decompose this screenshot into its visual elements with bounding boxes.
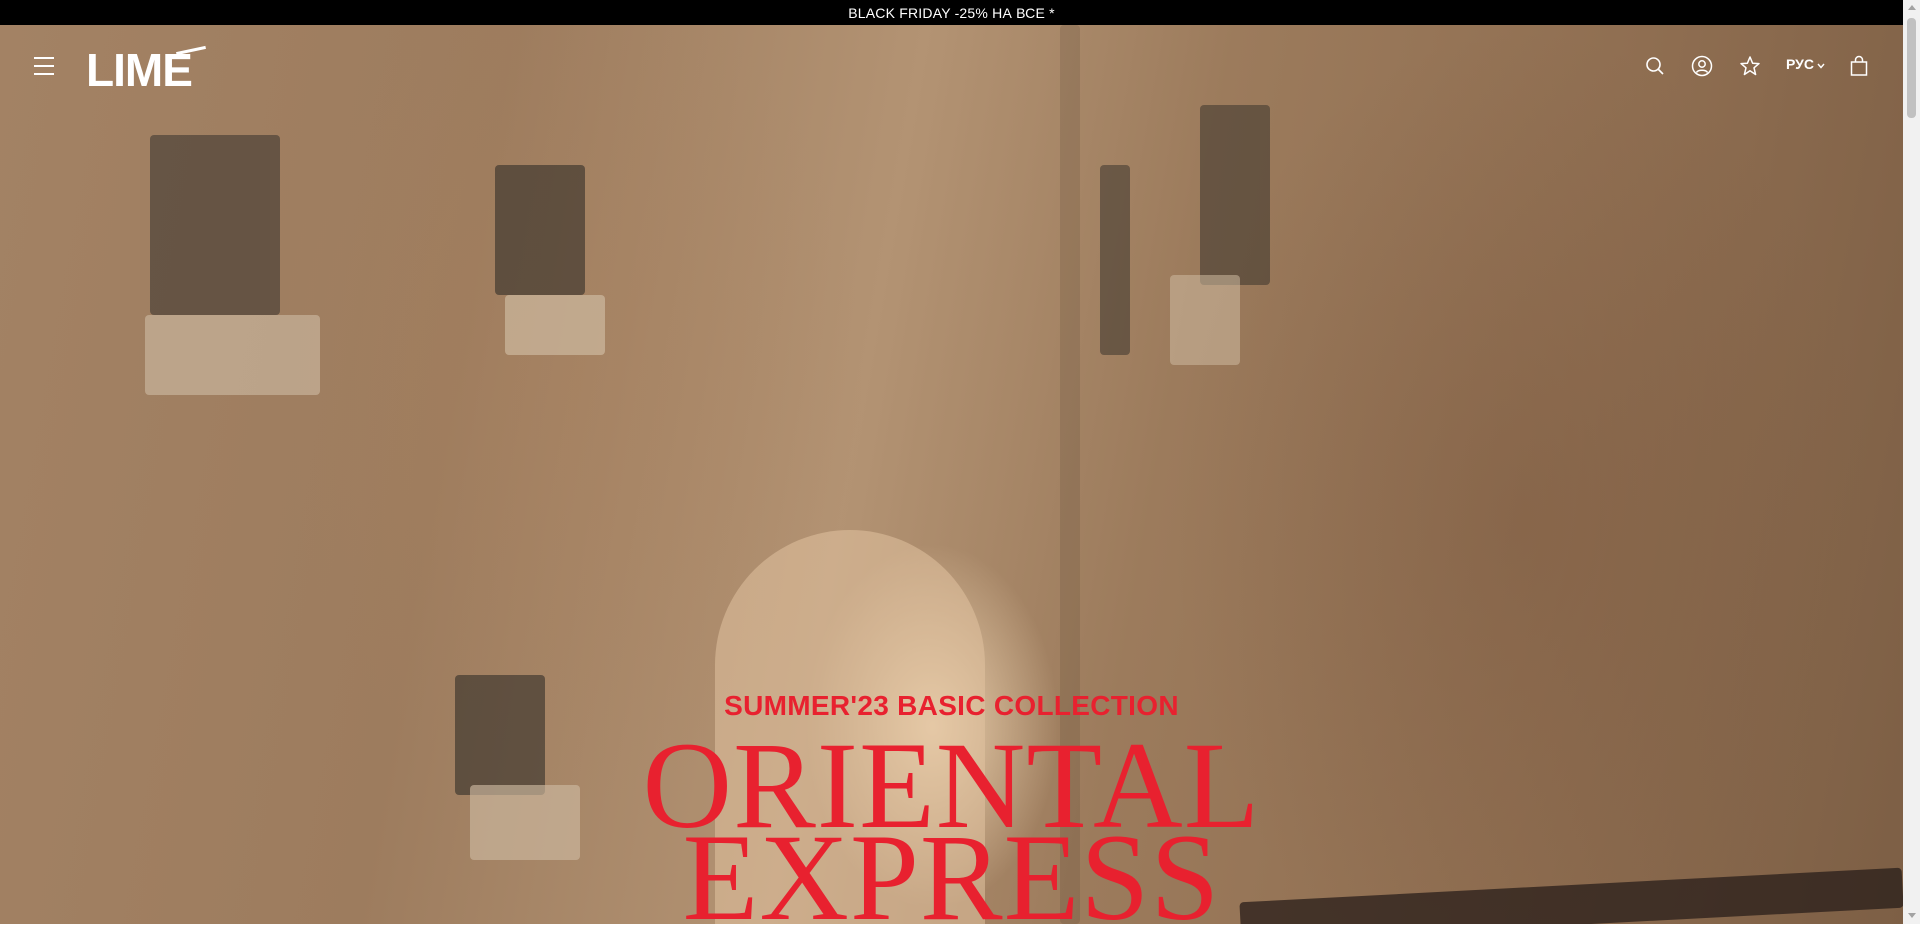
hero-wall-niche [1200, 105, 1270, 285]
menu-icon[interactable] [34, 57, 54, 75]
promo-banner[interactable]: BLACK FRIDAY -25% НА ВСЕ * [0, 0, 1903, 25]
logo[interactable]: LIME [86, 45, 206, 95]
hero-wall-niche [145, 315, 320, 395]
scroll-up-arrow[interactable] [1908, 5, 1916, 10]
hero-wall-niche [495, 165, 585, 295]
hero-wall-niche [505, 295, 605, 355]
hero-wall-niche [1170, 275, 1240, 365]
chevron-down-icon[interactable] [1817, 56, 1825, 72]
favorites-star-icon[interactable] [1739, 55, 1761, 77]
hero-wall-niche [1100, 165, 1130, 355]
language-label[interactable]: РУС [1786, 56, 1814, 72]
scrollbar-thumb[interactable] [1907, 18, 1916, 118]
search-icon[interactable] [1644, 55, 1666, 77]
account-icon[interactable] [1691, 55, 1713, 77]
scroll-down-arrow[interactable] [1908, 913, 1916, 918]
collection-title[interactable]: ORIENTAL EXPRESS [0, 724, 1903, 940]
shopping-bag-icon[interactable] [1848, 55, 1870, 77]
hero-wall-niche [150, 135, 280, 315]
promo-banner-text[interactable]: BLACK FRIDAY -25% НА ВСЕ * [848, 5, 1055, 21]
page-scrollbar[interactable] [1903, 0, 1920, 924]
language-select[interactable]: РУС [1786, 56, 1825, 72]
site-header: LIME РУС [0, 25, 1903, 110]
collection-title-line[interactable]: EXPRESS [0, 816, 1903, 940]
